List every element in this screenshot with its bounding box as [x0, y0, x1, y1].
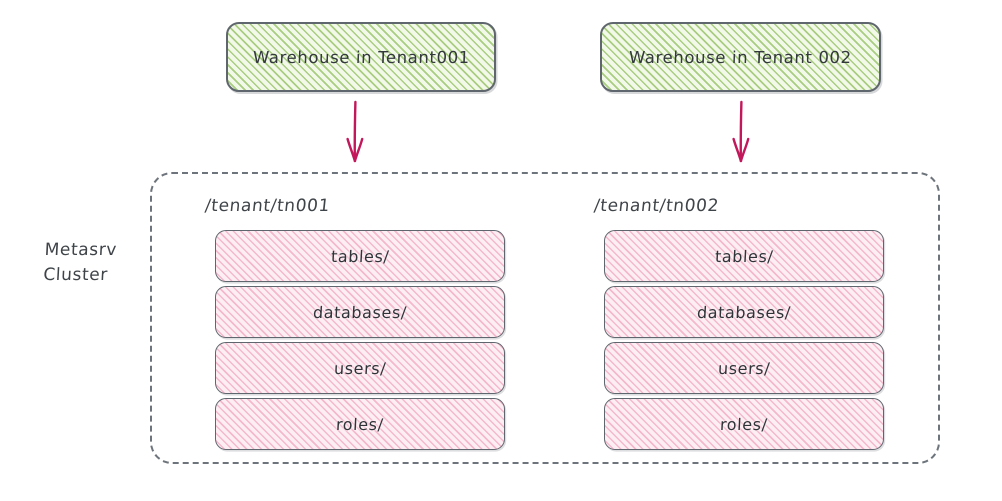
tenant-path-label-tn001: /tenant/tn001	[203, 196, 331, 216]
resource-box-tn001-users[interactable]: users/	[215, 342, 505, 394]
warehouse-box-tenant002[interactable]: Warehouse in Tenant 002	[600, 22, 881, 92]
resource-box-label: users/	[333, 358, 387, 378]
resource-box-label: tables/	[330, 246, 390, 266]
warehouse-box-label: Warehouse in Tenant001	[252, 47, 470, 67]
resource-box-tn002-databases[interactable]: databases/	[604, 286, 884, 338]
resource-box-tn001-roles[interactable]: roles/	[215, 398, 505, 450]
warehouse-box-tenant001[interactable]: Warehouse in Tenant001	[226, 22, 496, 92]
warehouse-box-label: Warehouse in Tenant 002	[628, 47, 853, 67]
arrow-warehouse-2-to-tenant-2	[726, 100, 756, 165]
resource-box-tn002-tables[interactable]: tables/	[604, 230, 884, 282]
diagram-canvas: Warehouse in Tenant001 Warehouse in Tena…	[0, 0, 1002, 501]
resource-box-label: roles/	[335, 414, 385, 434]
resource-box-label: tables/	[714, 246, 774, 266]
tenant-path-label-tn002: /tenant/tn002	[592, 196, 720, 216]
resource-box-tn001-databases[interactable]: databases/	[215, 286, 505, 338]
resource-box-tn001-tables[interactable]: tables/	[215, 230, 505, 282]
resource-box-label: databases/	[696, 302, 792, 322]
resource-box-label: databases/	[312, 302, 408, 322]
resource-box-tn002-users[interactable]: users/	[604, 342, 884, 394]
resource-box-label: users/	[717, 358, 771, 378]
arrow-warehouse-1-to-tenant-1	[340, 100, 370, 165]
metasrv-cluster-label: Metasrv Cluster	[42, 240, 118, 285]
resource-box-label: roles/	[719, 414, 769, 434]
resource-box-tn002-roles[interactable]: roles/	[604, 398, 884, 450]
